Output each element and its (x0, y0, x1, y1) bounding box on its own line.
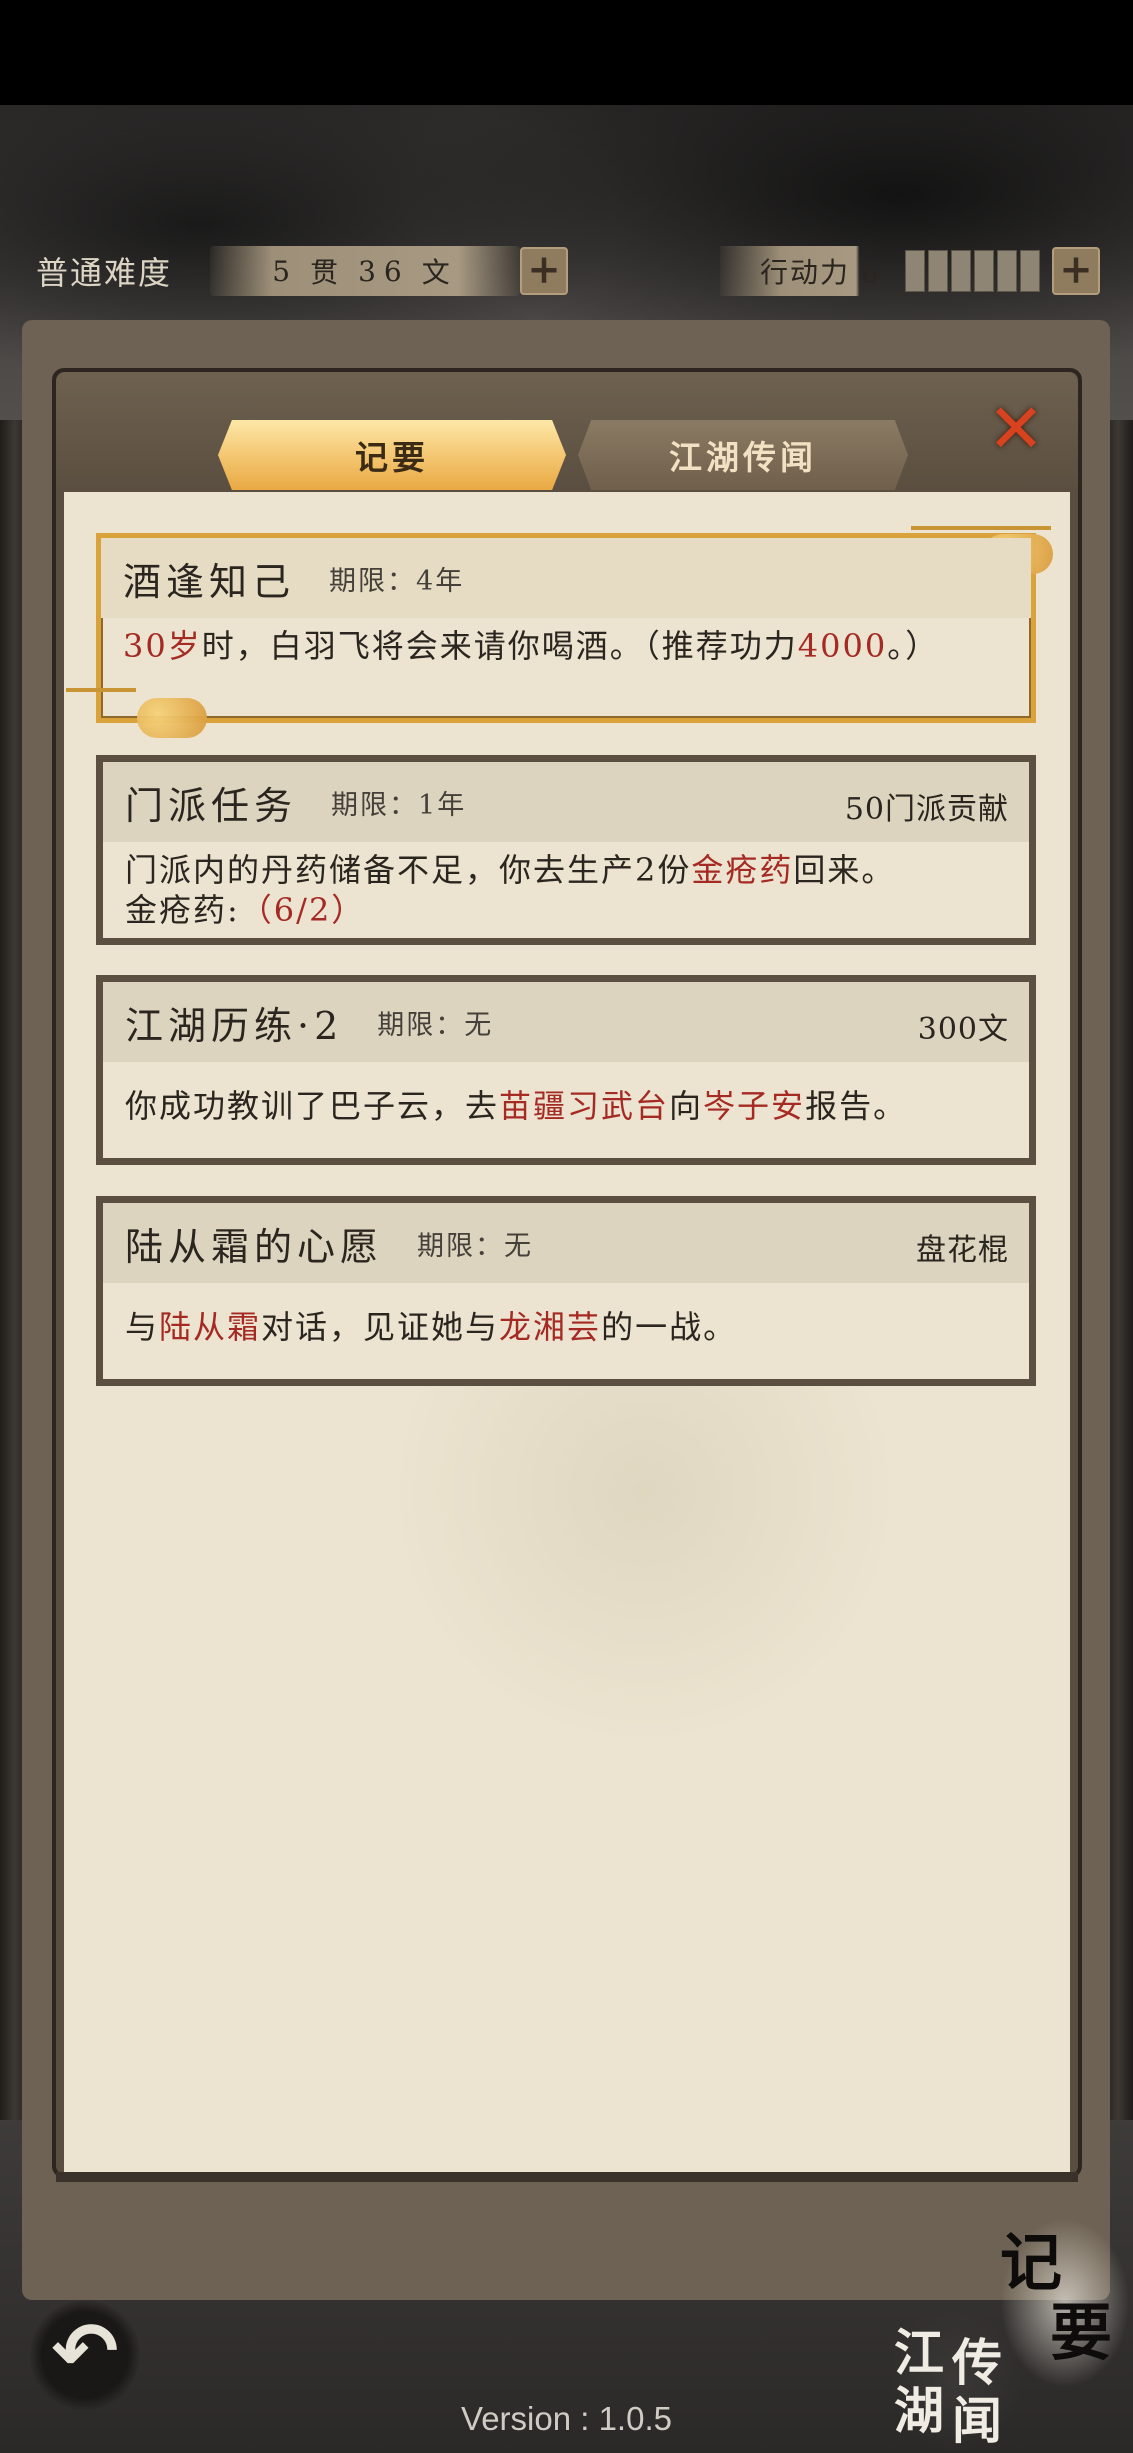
quest-header: 江湖历练·2 期限：无 300文 (103, 982, 1029, 1062)
version-label: Version : 1.0.5 (461, 2400, 672, 2437)
money-wen-value: 36 (358, 254, 410, 288)
quest-text: 门派内的丹药储备不足，你去生产2份 (125, 851, 692, 889)
quest-time-limit: 期限：1年 (331, 789, 467, 821)
action-points-meter (905, 250, 1040, 292)
quest-text: 与 (125, 1308, 160, 1346)
action-point-cell (1020, 250, 1040, 292)
back-button[interactable]: ↶ (30, 2300, 140, 2410)
quest-description: 与陆从霜对话，见证她与龙湘芸的一战。 (103, 1283, 1029, 1357)
quest-reward: 盘花棍 (916, 1233, 1009, 1268)
close-icon: ✕ (987, 390, 1045, 469)
add-money-button[interactable]: + (520, 247, 568, 295)
action-point-cell (951, 250, 971, 292)
quest-card[interactable]: 酒逢知己 期限：4年 30岁时，白羽飞将会来请你喝酒。（推荐功力4000。） (66, 526, 1053, 738)
difficulty-label: 普通难度 (36, 254, 173, 292)
action-point-cell (974, 250, 994, 292)
quest-header: 门派任务 期限：1年 50门派贡献 (103, 762, 1029, 842)
quest-header: 陆从霜的心愿 期限：无 盘花棍 (103, 1203, 1029, 1283)
quest-description: 你成功教训了巴子云，去苗疆习武台向岑子安报告。 (103, 1062, 1029, 1136)
plus-icon: + (527, 246, 561, 293)
quest-reward: 300文 (917, 1012, 1009, 1047)
tab-jiyao[interactable]: 记要 (218, 420, 566, 490)
add-action-points-button[interactable]: + (1052, 247, 1100, 295)
quest-text: 报告。 (805, 1087, 908, 1125)
quest-highlight: 龙湘芸 (499, 1308, 602, 1346)
corner-decoration (911, 526, 1051, 530)
plus-icon: + (1059, 246, 1093, 293)
quest-card[interactable]: 江湖历练·2 期限：无 300文 你成功教训了巴子云，去苗疆习武台向岑子安报告。 (96, 975, 1036, 1165)
quest-time-limit: 期限：无 (377, 1009, 494, 1041)
quest-text: 向 (669, 1087, 704, 1125)
quest-text: 时，白羽飞将会来请你喝酒。（推荐功力 (201, 627, 798, 665)
quest-text: 对话，见证她与 (261, 1308, 500, 1346)
quest-time-limit: 期限：4年 (329, 565, 465, 597)
quest-time-limit: 期限：无 (417, 1230, 534, 1262)
tab-jianghu-rumors[interactable]: 江湖传闻 (578, 420, 908, 490)
quest-card[interactable]: 陆从霜的心愿 期限：无 盘花棍 与陆从霜对话，见证她与龙湘芸的一战。 (96, 1196, 1036, 1386)
quest-highlight: 金疮药 (691, 851, 794, 889)
cloud-ornament (137, 698, 207, 738)
money-guan-unit: 贯 (310, 256, 347, 289)
action-point-cell (928, 250, 948, 292)
jiyao-char: 要 (1050, 2296, 1113, 2369)
quest-highlight: 苗疆习武台 (499, 1087, 670, 1125)
quest-highlight: 岑子安 (703, 1087, 806, 1125)
money-wen-unit: 文 (421, 256, 458, 289)
panel-header (56, 372, 1078, 492)
quest-header: 酒逢知己 期限：4年 (101, 538, 1031, 618)
action-point-cell (997, 250, 1017, 292)
action-point-cell (905, 250, 925, 292)
jiyao-char: 记 (1000, 2226, 1063, 2299)
back-arrow-icon: ↶ (51, 2305, 119, 2398)
quest-text: 。） (887, 627, 940, 665)
close-button[interactable]: ✕ (985, 396, 1047, 464)
quest-description: 30岁时，白羽飞将会来请你喝酒。（推荐功力4000。） (101, 618, 1031, 676)
money-guan-value: 5 (272, 254, 299, 288)
quest-card[interactable]: 门派任务 期限：1年 50门派贡献 门派内的丹药储备不足，你去生产2份金疮药回来… (96, 755, 1036, 945)
corner-decoration (66, 688, 136, 692)
quest-highlight: 陆从霜 (159, 1308, 262, 1346)
money-display: 5 贯 36 文 (210, 246, 520, 296)
quest-highlight: 30岁 (123, 627, 202, 665)
quest-title: 酒逢知己 (123, 559, 296, 604)
status-bar: 普通难度 5 贯 36 文 + 行动力 6 + (0, 240, 1133, 302)
quest-text: 回来。 (793, 851, 896, 889)
quest-title: 陆从霜的心愿 (125, 1224, 384, 1269)
quest-progress-label: 金疮药: (125, 891, 240, 929)
panel-bottom-bar (56, 2172, 1078, 2182)
quest-reward: 50门派贡献 (844, 792, 1009, 827)
action-points-display: 行动力 6 (720, 246, 1060, 296)
quest-text: 的一战。 (601, 1308, 738, 1346)
quest-description: 门派内的丹药储备不足，你去生产2份金疮药回来。 金疮药:（6/2） (103, 842, 1029, 940)
quest-highlight: 4000 (797, 627, 888, 665)
quest-progress-value: （6/2） (239, 891, 366, 929)
quest-title: 门派任务 (125, 783, 298, 828)
top-black-bar (0, 0, 1133, 105)
action-points-label: 行动力 6 (760, 256, 881, 289)
quest-text: 你成功教训了巴子云，去 (125, 1087, 500, 1125)
quest-title: 江湖历练·2 (125, 1003, 344, 1048)
